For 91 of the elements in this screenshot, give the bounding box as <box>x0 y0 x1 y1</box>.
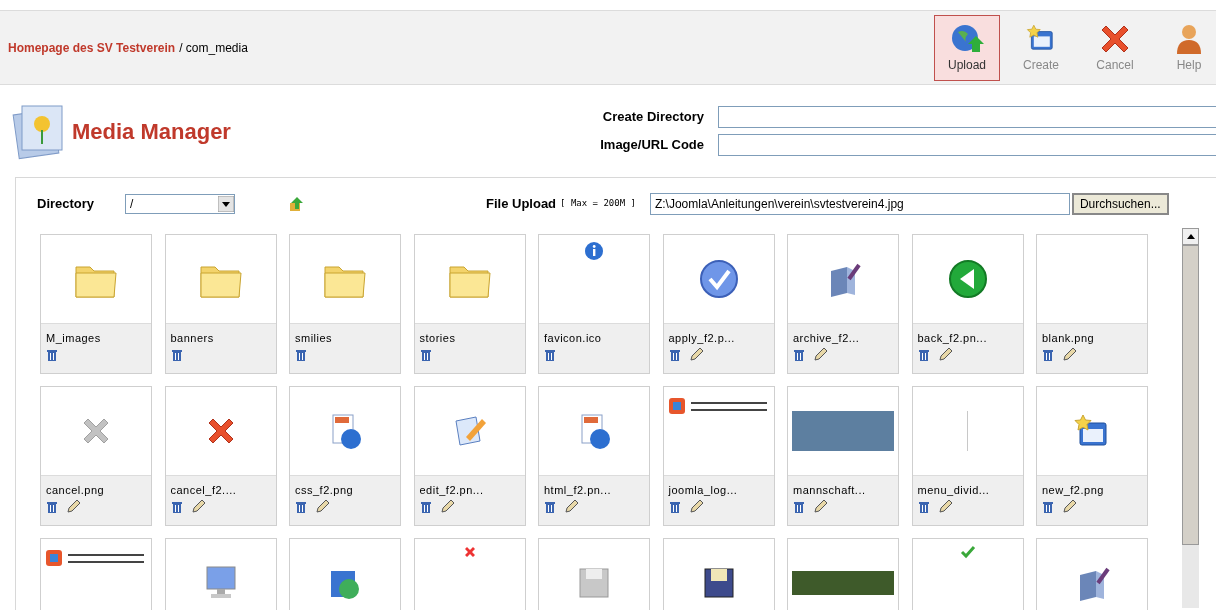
file-name: smilies <box>295 331 334 346</box>
trash-icon <box>917 347 930 361</box>
pencil-icon <box>190 499 205 514</box>
scroll-up-button[interactable] <box>1182 228 1199 245</box>
file-card[interactable]: smilies <box>289 234 401 374</box>
text-field[interactable] <box>718 134 1216 156</box>
trash-icon <box>46 499 58 513</box>
pencil-icon <box>937 347 952 362</box>
file-name: blank.png <box>1042 331 1096 346</box>
pencil-icon <box>66 499 80 514</box>
file-card[interactable]: cancel.png <box>40 386 152 526</box>
trash-icon <box>419 499 432 513</box>
pencil-icon <box>688 499 703 514</box>
file-card[interactable]: archive_f2... <box>787 234 899 374</box>
trash-icon <box>917 499 930 513</box>
trash-icon <box>170 499 183 513</box>
browse-button[interactable]: Durchsuchen... <box>1071 193 1169 215</box>
pencil-icon <box>439 499 454 514</box>
field-label: Directory <box>37 195 96 214</box>
trash-icon <box>793 347 805 361</box>
file-name: cancel_f2.... <box>170 483 238 498</box>
trash-icon <box>668 347 681 361</box>
file-name: stories <box>419 331 457 346</box>
field-label: File Upload <box>486 195 557 214</box>
toolbar-button[interactable]: Upload <box>934 14 1000 81</box>
file-card[interactable]: joomla_log... <box>662 386 775 526</box>
file-name: edit_f2.pn... <box>419 483 485 498</box>
trash-icon <box>295 499 307 513</box>
pencil-icon <box>688 347 703 362</box>
folder-up-icon <box>288 195 306 213</box>
file-name: archive_f2... <box>793 331 861 346</box>
file-card[interactable]: css_f2.png <box>289 386 401 526</box>
file-card[interactable]: cancel_f2.... <box>164 386 277 526</box>
trash-icon <box>544 347 556 361</box>
file-name: M_images <box>46 331 102 346</box>
file-card[interactable]: M_images <box>40 234 152 374</box>
trash-icon <box>544 499 556 513</box>
pencil-icon <box>813 499 827 514</box>
scrollbar[interactable] <box>1182 228 1199 608</box>
field-label: Create Directory <box>601 108 704 127</box>
trash-icon <box>295 347 307 361</box>
scroll-thumb[interactable] <box>1182 245 1199 545</box>
trash-icon <box>668 499 681 513</box>
field-label: Image/URL Code <box>600 136 704 155</box>
file-name: favicon.ico <box>544 331 603 346</box>
file-card[interactable]: mannschaft... <box>787 386 899 526</box>
file-name: back_f2.pn... <box>917 331 988 346</box>
trash-icon <box>419 347 432 361</box>
page-title: Media Manager <box>72 117 231 146</box>
trash-icon <box>1042 499 1054 513</box>
pencil-icon <box>813 347 827 362</box>
trash-icon <box>46 347 58 361</box>
file-name: new_f2.png <box>1042 483 1105 498</box>
file-name: apply_f2.p... <box>668 331 736 346</box>
pencil-icon <box>1062 347 1076 362</box>
text-field[interactable] <box>718 106 1216 128</box>
site-link[interactable]: Homepage des SV Testverein <box>8 38 176 57</box>
file-name: css_f2.png <box>295 483 355 498</box>
file-card[interactable]: back_f2.pn... <box>911 234 1024 374</box>
file-card[interactable]: banners <box>164 234 277 374</box>
file-card[interactable]: new_f2.png <box>1036 386 1148 526</box>
trash-icon <box>170 347 183 361</box>
dropdown-arrow-icon <box>218 196 234 212</box>
file-card[interactable]: stories <box>413 234 526 374</box>
file-card[interactable]: favicon.ico <box>538 234 650 374</box>
pencil-icon <box>1062 499 1076 514</box>
trash-icon <box>793 499 805 513</box>
trash-icon <box>1042 347 1054 361</box>
pencil-icon <box>315 499 329 514</box>
file-card[interactable]: edit_f2.pn... <box>413 386 526 526</box>
info-icon <box>584 241 604 261</box>
pencil-icon <box>564 499 578 514</box>
file-card[interactable]: blank.png <box>1036 234 1148 374</box>
upload-hint: [ Max = 200M ] <box>560 197 636 211</box>
up-arrow-icon <box>1186 234 1195 239</box>
file-name: html_f2.pn... <box>544 483 613 498</box>
check-icon <box>698 259 739 299</box>
file-name: joomla_log... <box>668 483 739 498</box>
pencil-icon <box>937 499 952 514</box>
file-path-field[interactable]: Z:\Joomla\Anleitungen\verein\svtestverein4.jpg <box>649 193 1070 215</box>
picture-frame-icon <box>12 102 66 160</box>
file-name: mannschaft... <box>793 483 867 498</box>
file-name: cancel.png <box>46 483 106 498</box>
file-card[interactable]: menu_divid... <box>911 386 1024 526</box>
breadcrumb-path: / com_media <box>179 39 248 57</box>
file-card[interactable]: html_f2.pn... <box>538 386 650 526</box>
file-name: banners <box>170 331 215 346</box>
check-icon <box>959 545 976 559</box>
directory-dropdown[interactable]: / <box>125 194 235 214</box>
file-name: menu_divid... <box>917 483 991 498</box>
file-card[interactable]: apply_f2.p... <box>662 234 775 374</box>
